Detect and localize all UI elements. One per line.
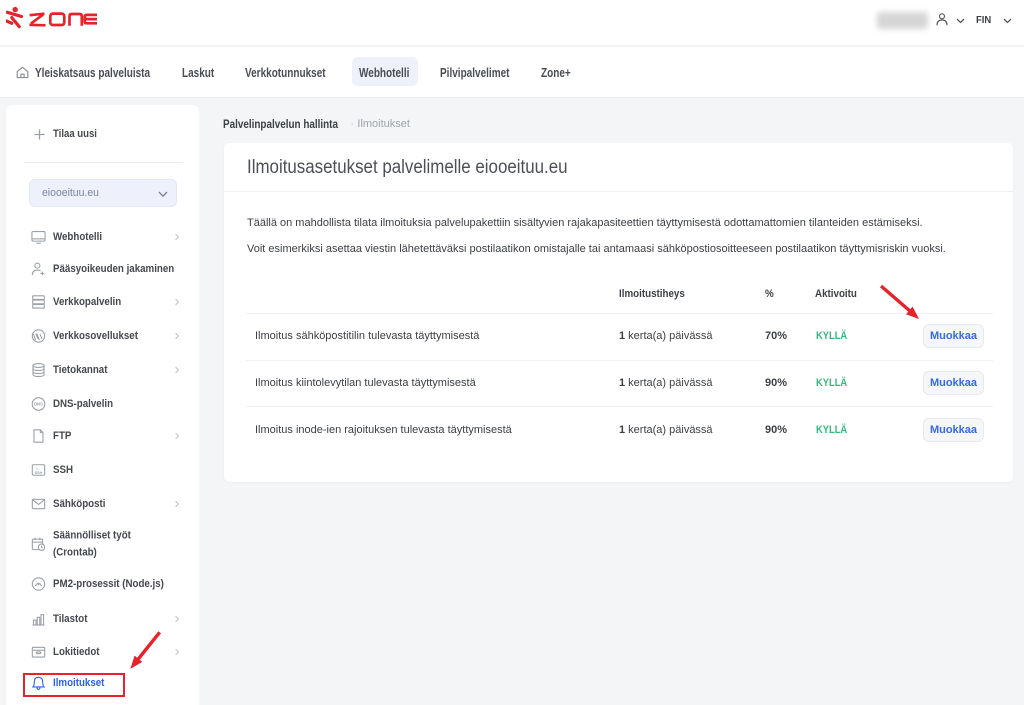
svg-text:SSH: SSH: [35, 470, 43, 474]
svg-text:DNS: DNS: [34, 401, 43, 406]
